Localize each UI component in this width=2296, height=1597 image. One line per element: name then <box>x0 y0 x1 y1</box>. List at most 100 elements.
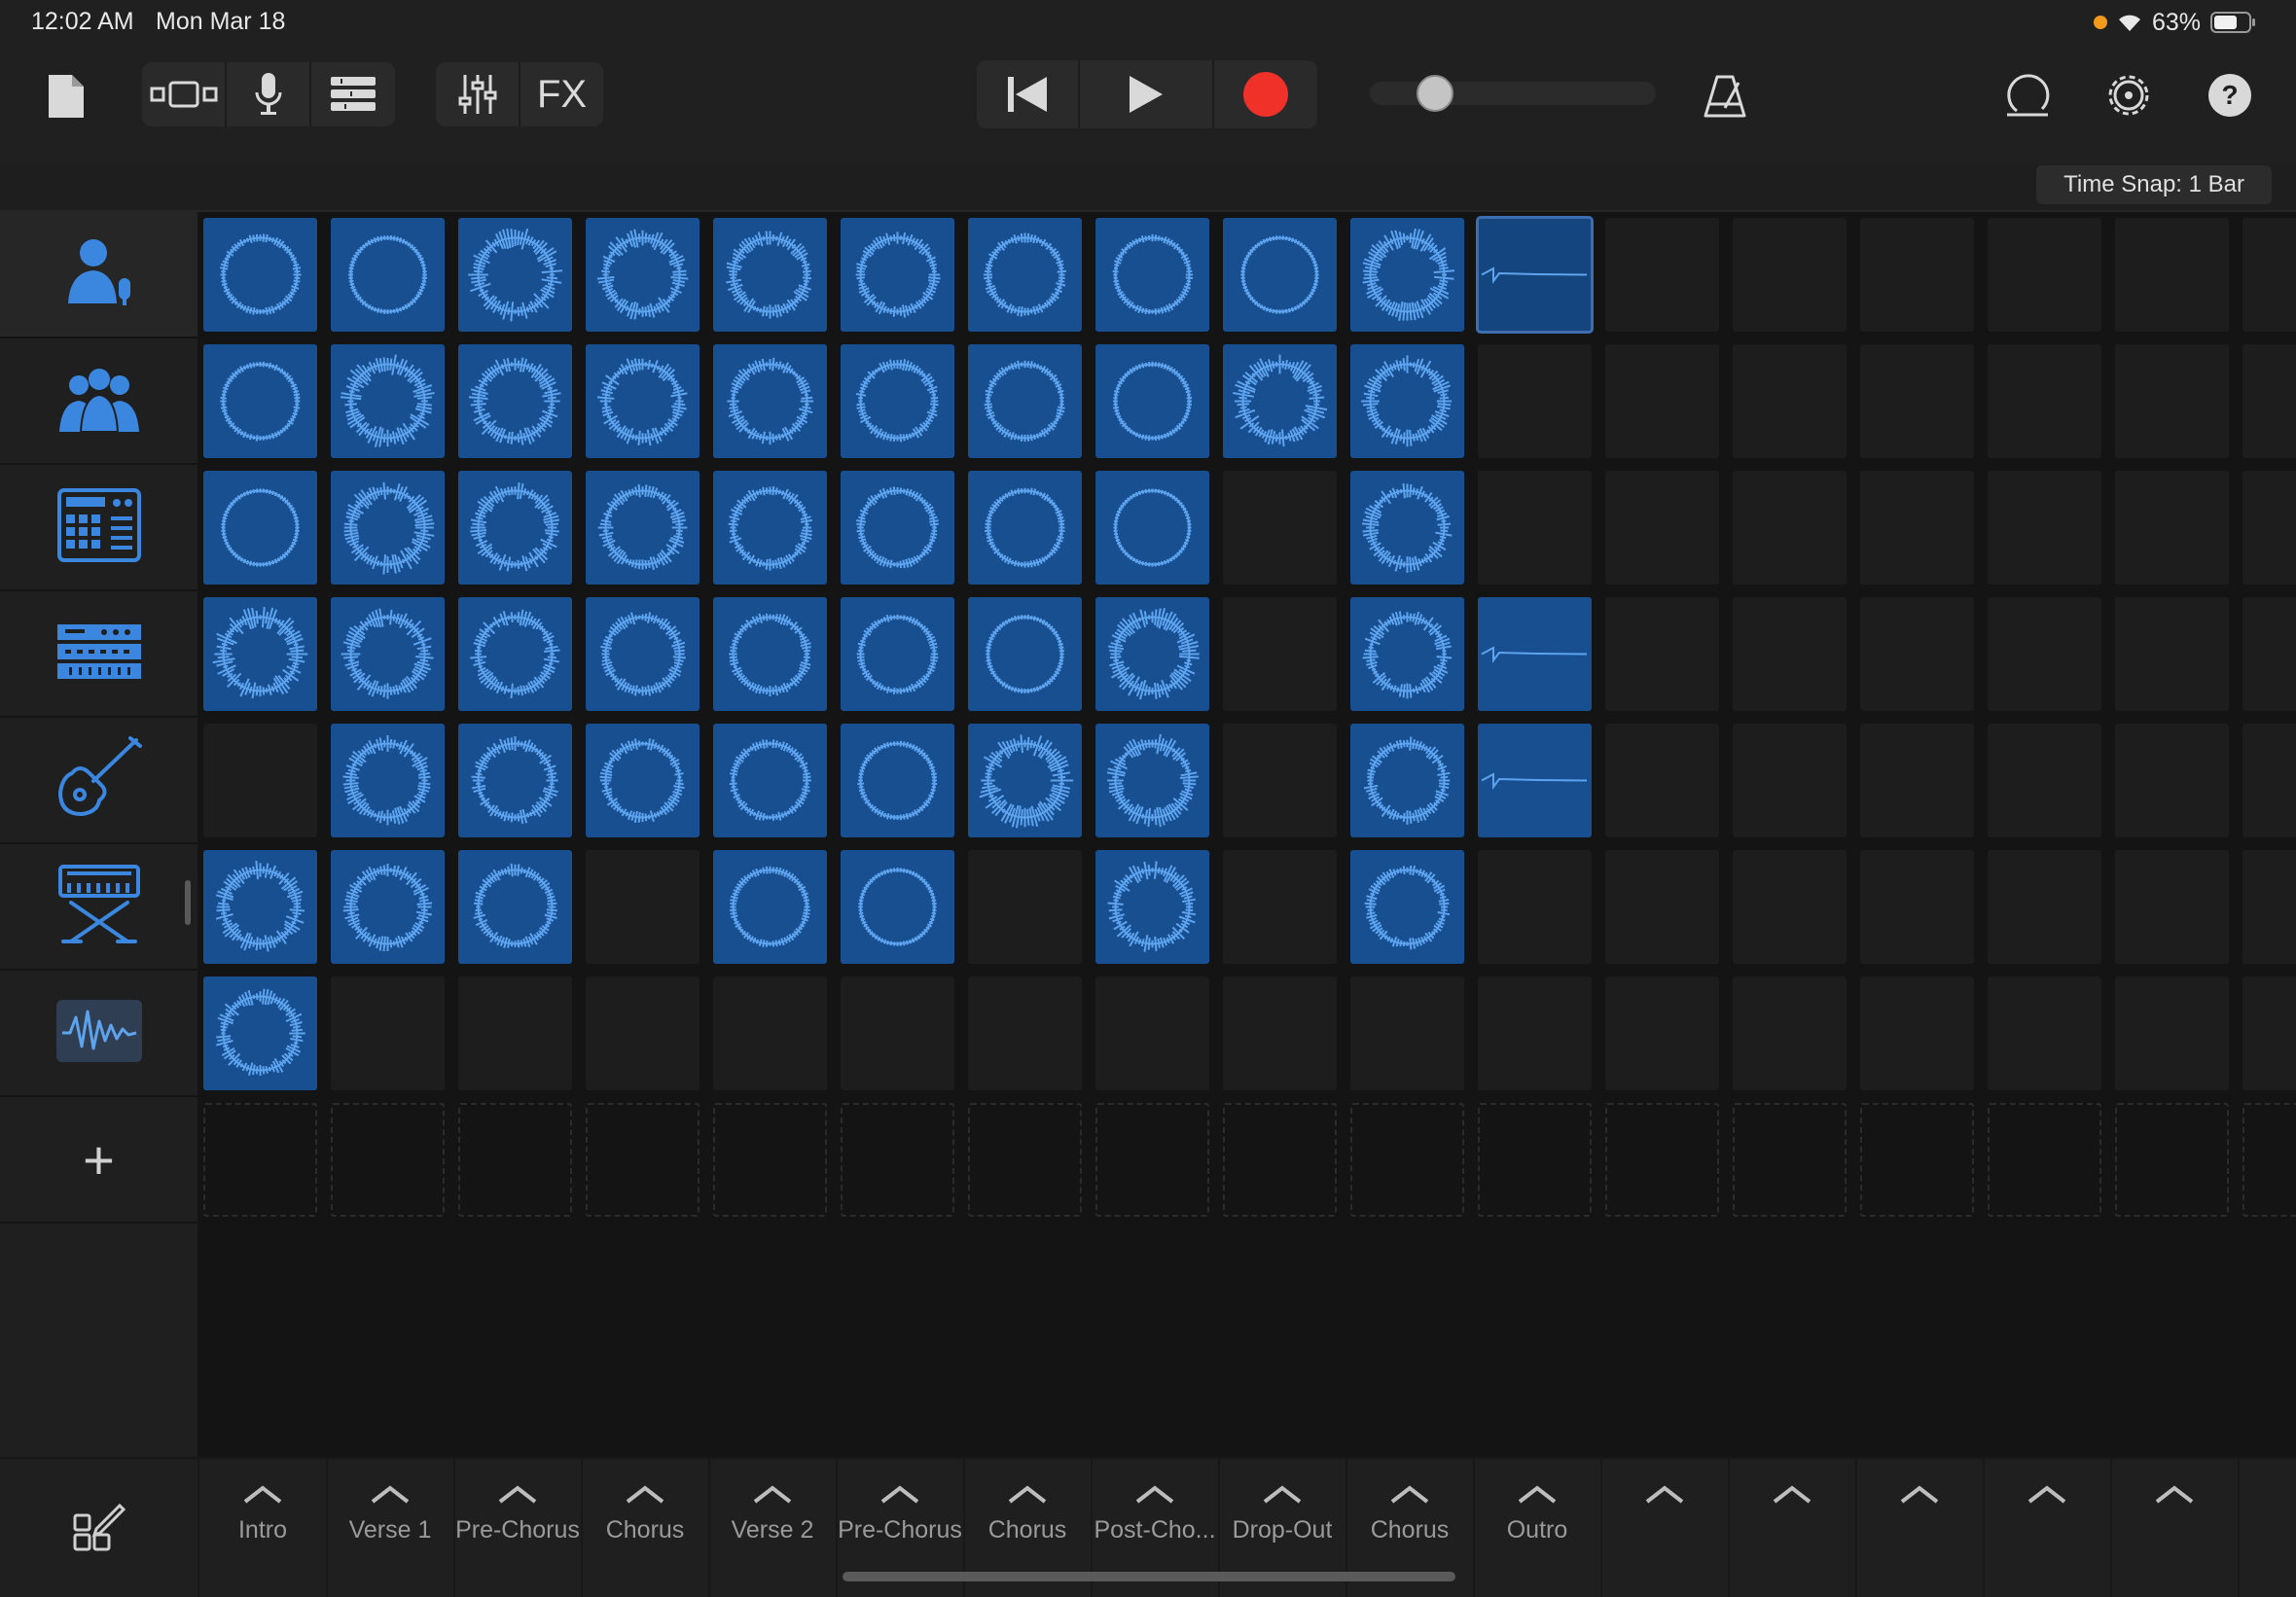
loop-cell[interactable] <box>841 471 954 585</box>
empty-cell[interactable] <box>1733 597 1847 711</box>
empty-cell[interactable] <box>713 976 827 1090</box>
empty-cell[interactable] <box>1988 850 2101 964</box>
help-icon[interactable]: ? <box>2205 70 2255 121</box>
empty-cell[interactable] <box>2242 976 2296 1090</box>
time-snap-button[interactable]: Time Snap: 1 Bar <box>2036 165 2272 204</box>
loop-cell[interactable] <box>203 471 317 585</box>
choir-track[interactable] <box>0 338 197 465</box>
scene-trigger[interactable] <box>1729 1459 1857 1597</box>
guitar-track[interactable] <box>0 718 197 844</box>
metronome-icon[interactable] <box>1701 68 1749 123</box>
loop-cell[interactable] <box>1350 724 1464 837</box>
loop-cell[interactable] <box>1095 471 1209 585</box>
empty-cell[interactable] <box>1223 850 1337 964</box>
empty-cell[interactable] <box>1605 471 1719 585</box>
loop-cell[interactable] <box>331 471 445 585</box>
loop-cell[interactable] <box>1095 724 1209 837</box>
empty-cell[interactable] <box>1223 724 1337 837</box>
empty-cell[interactable] <box>1733 471 1847 585</box>
empty-cell[interactable] <box>841 976 954 1090</box>
empty-slot-cell[interactable] <box>586 1103 700 1217</box>
scene-trigger[interactable] <box>2111 1459 2240 1597</box>
loop-cell[interactable] <box>458 724 572 837</box>
add-track-button[interactable]: + <box>0 1097 197 1224</box>
empty-cell[interactable] <box>968 850 1082 964</box>
loop-cell[interactable] <box>968 724 1082 837</box>
empty-cell[interactable] <box>1478 471 1592 585</box>
empty-cell[interactable] <box>2242 597 2296 711</box>
empty-cell[interactable] <box>2242 850 2296 964</box>
empty-cell[interactable] <box>1223 597 1337 711</box>
empty-cell[interactable] <box>2115 471 2229 585</box>
empty-slot-cell[interactable] <box>968 1103 1082 1217</box>
empty-slot-cell[interactable] <box>713 1103 827 1217</box>
loop-cell[interactable] <box>1350 850 1464 964</box>
empty-slot-cell[interactable] <box>1605 1103 1719 1217</box>
empty-cell[interactable] <box>586 850 700 964</box>
empty-cell[interactable] <box>458 976 572 1090</box>
scene-trigger[interactable]: Outro <box>1474 1459 1602 1597</box>
empty-cell[interactable] <box>1223 976 1337 1090</box>
loop-cell[interactable] <box>458 850 572 964</box>
empty-cell[interactable] <box>1860 850 1974 964</box>
fx-button[interactable]: FX <box>520 62 603 126</box>
loop-cell[interactable] <box>841 344 954 458</box>
empty-cell[interactable] <box>2242 218 2296 332</box>
loop-cell[interactable] <box>586 597 700 711</box>
drum-machine-track[interactable] <box>0 465 197 591</box>
empty-cell[interactable] <box>1733 724 1847 837</box>
empty-cell[interactable] <box>2115 850 2229 964</box>
play-icon[interactable] <box>1080 60 1212 128</box>
empty-slot-cell[interactable] <box>1095 1103 1209 1217</box>
view-toggle-icon[interactable] <box>142 62 225 126</box>
loop-cell[interactable] <box>1478 724 1592 837</box>
loop-cell[interactable] <box>968 471 1082 585</box>
loop-cell[interactable] <box>331 850 445 964</box>
empty-slot-cell[interactable] <box>1860 1103 1974 1217</box>
empty-cell[interactable] <box>1860 344 1974 458</box>
loop-cell[interactable] <box>458 218 572 332</box>
empty-slot-cell[interactable] <box>2242 1103 2296 1217</box>
scene-trigger[interactable]: Chorus <box>582 1459 710 1597</box>
empty-slot-cell[interactable] <box>1988 1103 2101 1217</box>
loop-cell[interactable] <box>713 597 827 711</box>
empty-cell[interactable] <box>1860 724 1974 837</box>
empty-cell[interactable] <box>1988 471 2101 585</box>
loop-cell[interactable] <box>1350 471 1464 585</box>
audio-track[interactable] <box>0 971 197 1097</box>
scene-trigger[interactable] <box>1601 1459 1730 1597</box>
loop-cell[interactable] <box>841 724 954 837</box>
loop-cell[interactable] <box>586 471 700 585</box>
loop-cell[interactable] <box>203 850 317 964</box>
empty-cell[interactable] <box>1605 597 1719 711</box>
loop-cell[interactable] <box>1478 597 1592 711</box>
loop-cell[interactable] <box>841 850 954 964</box>
empty-cell[interactable] <box>1988 724 2101 837</box>
scene-trigger[interactable]: Verse 2 <box>709 1459 838 1597</box>
scene-trigger[interactable]: Pre-Chorus <box>454 1459 583 1597</box>
empty-cell[interactable] <box>1733 218 1847 332</box>
empty-cell[interactable] <box>2115 218 2229 332</box>
empty-cell[interactable] <box>1860 471 1974 585</box>
empty-cell[interactable] <box>1988 976 2101 1090</box>
loop-cell[interactable] <box>458 344 572 458</box>
loop-cell[interactable] <box>586 724 700 837</box>
settings-icon[interactable] <box>2101 68 2156 123</box>
empty-slot-cell[interactable] <box>1733 1103 1847 1217</box>
loop-cell[interactable] <box>1350 218 1464 332</box>
loop-cell[interactable] <box>841 218 954 332</box>
sidebar-resize-handle[interactable] <box>185 880 191 925</box>
empty-cell[interactable] <box>331 976 445 1090</box>
loop-cell[interactable] <box>713 850 827 964</box>
loop-cell[interactable] <box>203 976 317 1090</box>
empty-cell[interactable] <box>1605 724 1719 837</box>
volume-slider[interactable] <box>1370 82 1656 105</box>
empty-cell[interactable] <box>2115 724 2229 837</box>
loop-cell[interactable] <box>331 344 445 458</box>
loop-cell[interactable] <box>458 471 572 585</box>
loop-cell[interactable] <box>586 344 700 458</box>
empty-cell[interactable] <box>1860 976 1974 1090</box>
loop-cell[interactable] <box>713 471 827 585</box>
loop-cell[interactable] <box>331 218 445 332</box>
empty-cell[interactable] <box>1605 976 1719 1090</box>
